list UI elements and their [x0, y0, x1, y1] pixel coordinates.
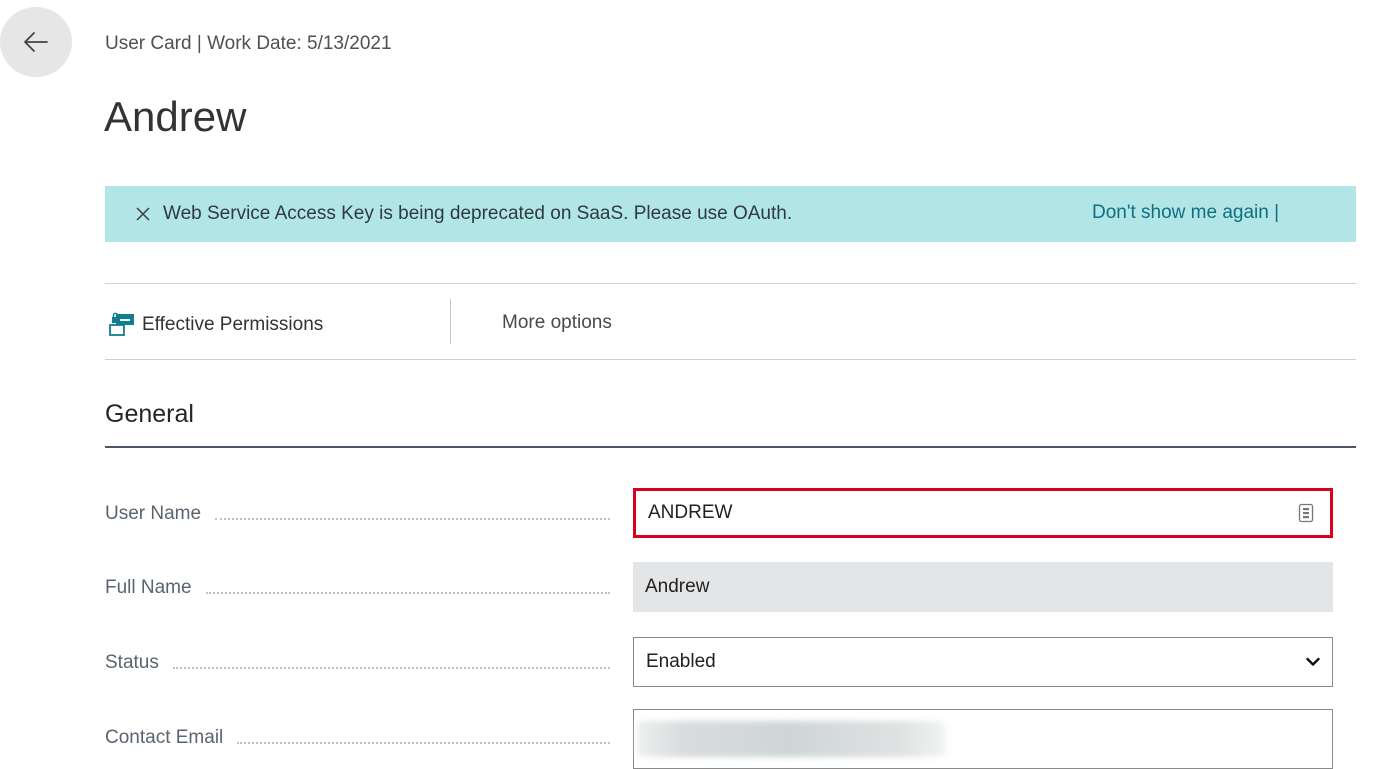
divider — [105, 359, 1356, 360]
label-leader-dots — [205, 592, 610, 594]
user-name-value: ANDREW — [648, 502, 733, 523]
assist-edit-icon[interactable] — [1298, 503, 1314, 523]
permissions-icon — [109, 312, 134, 336]
user-name-label-text: User Name — [105, 503, 202, 524]
redacted-email — [637, 721, 945, 757]
status-value: Enabled — [646, 651, 716, 672]
full-name-label-text: Full Name — [105, 577, 192, 598]
close-icon[interactable] — [135, 206, 151, 222]
full-name-value: Andrew — [645, 576, 710, 597]
effective-permissions-button[interactable]: Effective Permissions — [108, 312, 323, 338]
dont-show-again-link[interactable]: Don't show me again | — [1092, 202, 1279, 224]
status-select[interactable]: Enabled — [633, 637, 1333, 687]
status-label-text: Status — [105, 652, 159, 673]
full-name-label: Full Name — [105, 577, 610, 599]
contact-email-label-text: Contact Email — [105, 727, 224, 748]
divider — [105, 283, 1356, 284]
status-label: Status — [105, 652, 610, 674]
contact-email-field[interactable] — [633, 709, 1333, 769]
notification-banner: Web Service Access Key is being deprecat… — [105, 186, 1356, 242]
label-leader-dots — [215, 518, 610, 520]
contact-email-label: Contact Email — [105, 727, 610, 749]
effective-permissions-label: Effective Permissions — [142, 314, 324, 335]
section-underline — [105, 446, 1356, 448]
section-title-general: General — [105, 400, 194, 428]
chevron-down-icon — [1306, 657, 1320, 667]
back-arrow-icon — [24, 32, 48, 52]
user-name-field[interactable]: ANDREW — [633, 488, 1333, 538]
page-title: Andrew — [104, 93, 247, 140]
user-name-label: User Name — [105, 503, 610, 525]
action-separator — [450, 299, 451, 344]
label-leader-dots — [172, 667, 610, 669]
more-options-button[interactable]: More options — [502, 312, 612, 334]
breadcrumb: User Card | Work Date: 5/13/2021 — [105, 33, 392, 54]
full-name-field[interactable]: Andrew — [633, 562, 1333, 612]
back-button[interactable] — [0, 7, 72, 77]
banner-message: Web Service Access Key is being deprecat… — [163, 203, 793, 224]
label-leader-dots — [237, 742, 610, 744]
